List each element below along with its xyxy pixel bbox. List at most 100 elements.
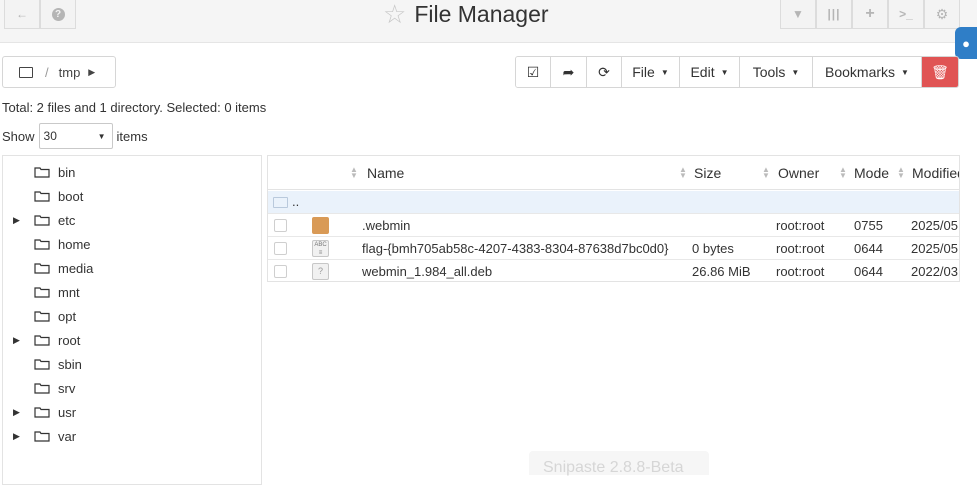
col-modified[interactable]: Modified: [912, 165, 959, 181]
action-toolbar: ☑ ➦ ⟳ File ▼ Edit ▼ Tools ▼ Bookmarks ▼ 🗑: [515, 56, 959, 88]
table-row[interactable]: .webmin root:root 0755 2025/05: [268, 214, 959, 237]
col-size[interactable]: Size: [694, 165, 721, 181]
top-bar: ← ? ☆ File Manager ▼ ||| + >_ ⚙: [0, 0, 977, 43]
breadcrumb-path[interactable]: tmp: [59, 65, 81, 80]
refresh-button[interactable]: ⟳: [587, 57, 622, 87]
row-checkbox[interactable]: [274, 242, 287, 255]
caret-down-icon: ▼: [97, 132, 106, 141]
new-button[interactable]: +: [852, 0, 888, 29]
tree-item[interactable]: boot: [3, 185, 261, 207]
folder-icon: [34, 358, 50, 370]
file-owner: root:root: [776, 218, 825, 233]
table-header: ▲ ▼ Name ▲ ▼ Size ▲ ▼ Owner ▲ ▼ Mode ▲ ▼ Modi…: [268, 156, 959, 190]
tree-item-label: mnt: [58, 284, 80, 300]
tree-item[interactable]: srv: [3, 377, 261, 399]
sort-icon: ▲ ▼: [897, 165, 905, 180]
selection-summary: Total: 2 files and 1 directory. Selected…: [2, 100, 267, 115]
table-row[interactable]: ? webmin_1.984_all.deb 26.86 MiB root:root 0…: [268, 260, 959, 281]
tree-item[interactable]: ▶ var: [3, 425, 261, 447]
col-name[interactable]: Name: [367, 165, 404, 181]
tree-item[interactable]: bin: [3, 161, 261, 183]
folder-icon: [34, 190, 50, 202]
notification-button[interactable]: ●: [955, 27, 977, 59]
tree-item[interactable]: ▶ etc: [3, 209, 261, 231]
bookmarks-menu-label: Bookmarks: [825, 64, 896, 80]
table-row[interactable]: ABC ≡ flag-{bmh705ab58c-4207-4383-8304-876…: [268, 237, 959, 260]
page-size-select[interactable]: 30 ▼: [38, 123, 113, 149]
tree-item-label: sbin: [58, 356, 82, 372]
col-owner[interactable]: Owner: [778, 165, 819, 181]
settings-button[interactable]: ⚙: [924, 0, 960, 29]
caret-right-icon[interactable]: ▶: [13, 431, 20, 442]
terminal-icon: >_: [899, 7, 913, 21]
columns-button[interactable]: |||: [816, 0, 852, 29]
terminal-button[interactable]: >_: [888, 0, 924, 29]
caret-down-icon: ▼: [791, 67, 800, 77]
check-square-icon: ☑: [526, 63, 540, 80]
help-button[interactable]: ?: [40, 0, 76, 29]
caret-right-icon[interactable]: ▶: [13, 407, 20, 418]
select-all-button[interactable]: ☑: [516, 57, 551, 87]
tree-item-label: srv: [58, 380, 76, 396]
tree-item-label: media: [58, 260, 94, 276]
folder-icon: [34, 382, 50, 394]
share-button[interactable]: ➦: [551, 57, 587, 87]
text-file-icon: ABC ≡: [312, 240, 329, 257]
filter-icon: ▼: [792, 7, 804, 21]
caret-right-icon[interactable]: ▶: [13, 215, 20, 226]
breadcrumb[interactable]: / tmp ▶: [2, 56, 116, 88]
tree-item[interactable]: mnt: [3, 281, 261, 303]
edit-menu-button[interactable]: Edit ▼: [680, 57, 740, 87]
show-label: Show: [2, 128, 35, 144]
tree-item[interactable]: opt: [3, 305, 261, 327]
edit-menu-label: Edit: [690, 64, 715, 80]
tools-menu-button[interactable]: Tools ▼: [740, 57, 813, 87]
caret-right-icon[interactable]: ▶: [13, 335, 20, 346]
trash-icon: 🗑: [931, 63, 949, 80]
bell-icon: ●: [962, 35, 970, 51]
tree-item-label: usr: [58, 404, 77, 420]
folder-icon: [34, 406, 50, 418]
filter-button[interactable]: ▼: [780, 0, 816, 29]
file-name[interactable]: webmin_1.984_all.deb: [362, 264, 492, 279]
folder-icon: [34, 214, 50, 226]
caret-down-icon: ▼: [720, 67, 729, 77]
folder-icon: [312, 217, 329, 234]
bookmarks-menu-button[interactable]: Bookmarks ▼: [813, 57, 922, 87]
row-checkbox[interactable]: [274, 219, 287, 232]
tree-item-label: root: [58, 332, 81, 348]
folder-icon: [34, 238, 50, 250]
tree-item[interactable]: ▶ usr: [3, 401, 261, 423]
tree-item[interactable]: sbin: [3, 353, 261, 375]
folders-icon: [19, 66, 33, 78]
sort-icon: ▲ ▼: [679, 165, 687, 180]
caret-down-icon: ▼: [660, 67, 669, 77]
star-icon[interactable]: ☆: [383, 0, 406, 30]
share-icon: ➦: [562, 63, 575, 80]
file-name[interactable]: flag-{bmh705ab58c-4207-4383-8304-87638d7…: [362, 241, 668, 256]
file-menu-button[interactable]: File ▼: [622, 57, 680, 87]
page-size-value: 30: [43, 129, 57, 143]
col-mode[interactable]: Mode: [854, 165, 889, 181]
tools-menu-label: Tools: [752, 64, 786, 80]
folder-icon: [34, 286, 50, 298]
back-button[interactable]: ←: [4, 0, 40, 29]
tree-item-label: bin: [58, 164, 76, 180]
items-label: items: [116, 128, 148, 144]
tree-item-label: var: [58, 428, 77, 444]
tree-item-label: opt: [58, 308, 77, 324]
columns-icon: |||: [827, 7, 841, 21]
folder-icon: [273, 197, 288, 208]
caret-down-icon: ▼: [901, 67, 909, 77]
tree-item[interactable]: home: [3, 233, 261, 255]
sort-icon: ▲ ▼: [762, 165, 770, 180]
file-name[interactable]: .webmin: [362, 218, 410, 233]
folder-icon: [34, 310, 50, 322]
tree-item[interactable]: media: [3, 257, 261, 279]
parent-dir-row[interactable]: ..: [268, 191, 959, 214]
row-checkbox[interactable]: [274, 265, 287, 278]
delete-button[interactable]: 🗑: [922, 57, 958, 87]
tree-item[interactable]: ▶ root: [3, 329, 261, 351]
folder-icon: [34, 166, 50, 178]
directory-tree: bin boot ▶ etc home media mnt opt ▶ root sbin srv ▶ u…: [2, 155, 262, 485]
